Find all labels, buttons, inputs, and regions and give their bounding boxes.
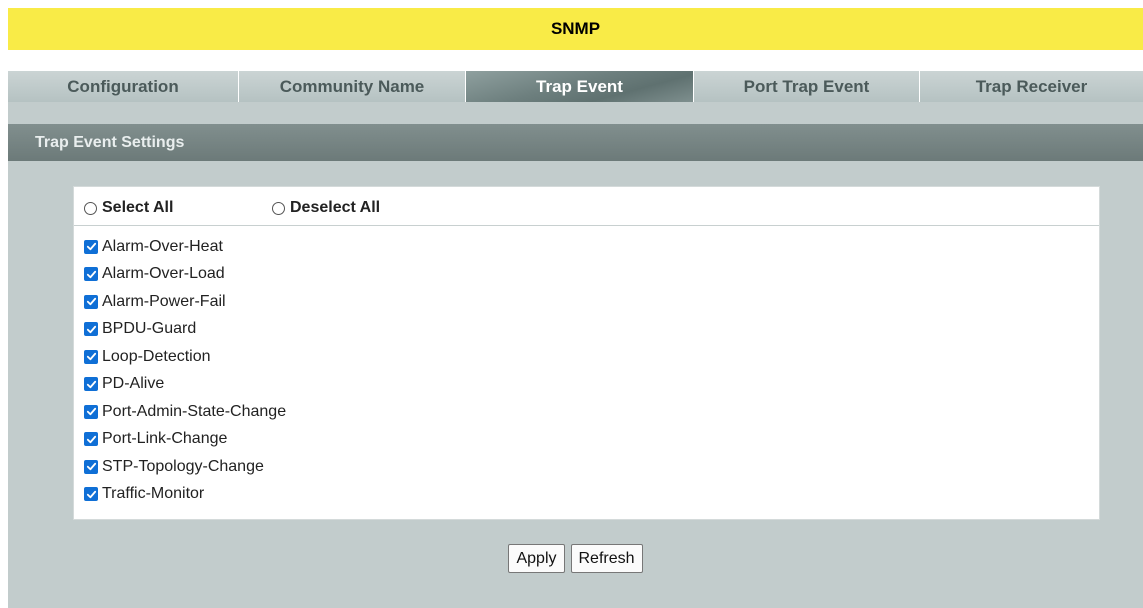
section-title: Trap Event Settings [8, 124, 1143, 161]
event-label: Port-Admin-State-Change [102, 402, 287, 420]
event-label: BPDU-Guard [102, 320, 197, 338]
event-item: Alarm-Over-Heat [84, 233, 286, 261]
page-title: SNMP [8, 8, 1143, 50]
event-item: Port-Admin-State-Change [84, 398, 286, 426]
event-checkbox[interactable] [84, 432, 98, 447]
event-item: Alarm-Power-Fail [84, 288, 286, 316]
refresh-button[interactable]: Refresh [570, 544, 643, 573]
checkmark-icon [86, 463, 96, 471]
trap-event-settings-box: Select All Deselect All Alarm-Over-Heat A… [73, 186, 1100, 520]
tab-configuration[interactable]: Configuration [8, 71, 239, 102]
event-checkbox[interactable] [84, 267, 98, 282]
tab-port-trap-event[interactable]: Port Trap Event [694, 71, 920, 102]
select-all-label: Select All [102, 199, 174, 216]
select-row: Select All Deselect All [74, 187, 1099, 226]
checkmark-icon [86, 408, 96, 416]
event-checkbox[interactable] [84, 487, 98, 502]
tab-community-name[interactable]: Community Name [239, 71, 466, 102]
event-item: PD-Alive [84, 371, 286, 399]
event-label: Loop-Detection [102, 347, 211, 365]
trap-event-panel: Trap Event Settings Select All Deselect … [8, 102, 1143, 608]
event-label: Alarm-Over-Heat [102, 237, 223, 255]
checkmark-icon [86, 435, 96, 443]
event-checkbox[interactable] [84, 404, 98, 419]
deselect-all-option[interactable]: Deselect All [272, 199, 380, 217]
event-item: Port-Link-Change [84, 426, 286, 454]
apply-button[interactable]: Apply [508, 544, 565, 573]
event-label: Port-Link-Change [102, 430, 228, 448]
tab-trap-receiver[interactable]: Trap Receiver [920, 71, 1143, 102]
tab-trap-event[interactable]: Trap Event [466, 71, 694, 102]
event-checkbox[interactable] [84, 322, 98, 337]
event-label: STP-Topology-Change [102, 457, 264, 475]
event-checkbox[interactable] [84, 349, 98, 364]
button-row: Apply Refresh [8, 544, 1143, 573]
deselect-all-label: Deselect All [290, 199, 381, 216]
event-label: Alarm-Power-Fail [102, 292, 226, 310]
event-item: Alarm-Over-Load [84, 261, 286, 289]
event-item: Loop-Detection [84, 343, 286, 371]
event-checkbox[interactable] [84, 377, 98, 392]
event-item: Traffic-Monitor [84, 481, 286, 509]
event-list: Alarm-Over-Heat Alarm-Over-Load Alarm-Powe… [84, 233, 286, 508]
checkmark-icon [86, 298, 96, 306]
checkmark-icon [86, 490, 96, 498]
checkmark-icon [86, 243, 96, 251]
event-checkbox[interactable] [84, 459, 98, 474]
checkmark-icon [86, 270, 96, 278]
checkmark-icon [86, 325, 96, 333]
checkmark-icon [86, 353, 96, 361]
select-all-option[interactable]: Select All [84, 199, 173, 217]
select-all-radio[interactable] [84, 201, 97, 215]
event-item: STP-Topology-Change [84, 453, 286, 481]
tab-bar: Configuration Community Name Trap Event … [8, 71, 1143, 102]
event-checkbox[interactable] [84, 239, 98, 254]
deselect-all-radio[interactable] [272, 201, 285, 215]
event-item: BPDU-Guard [84, 316, 286, 344]
event-checkbox[interactable] [84, 294, 98, 309]
event-label: Traffic-Monitor [102, 485, 205, 503]
checkmark-icon [86, 380, 96, 388]
event-label: Alarm-Over-Load [102, 265, 225, 283]
event-label: PD-Alive [102, 375, 165, 393]
